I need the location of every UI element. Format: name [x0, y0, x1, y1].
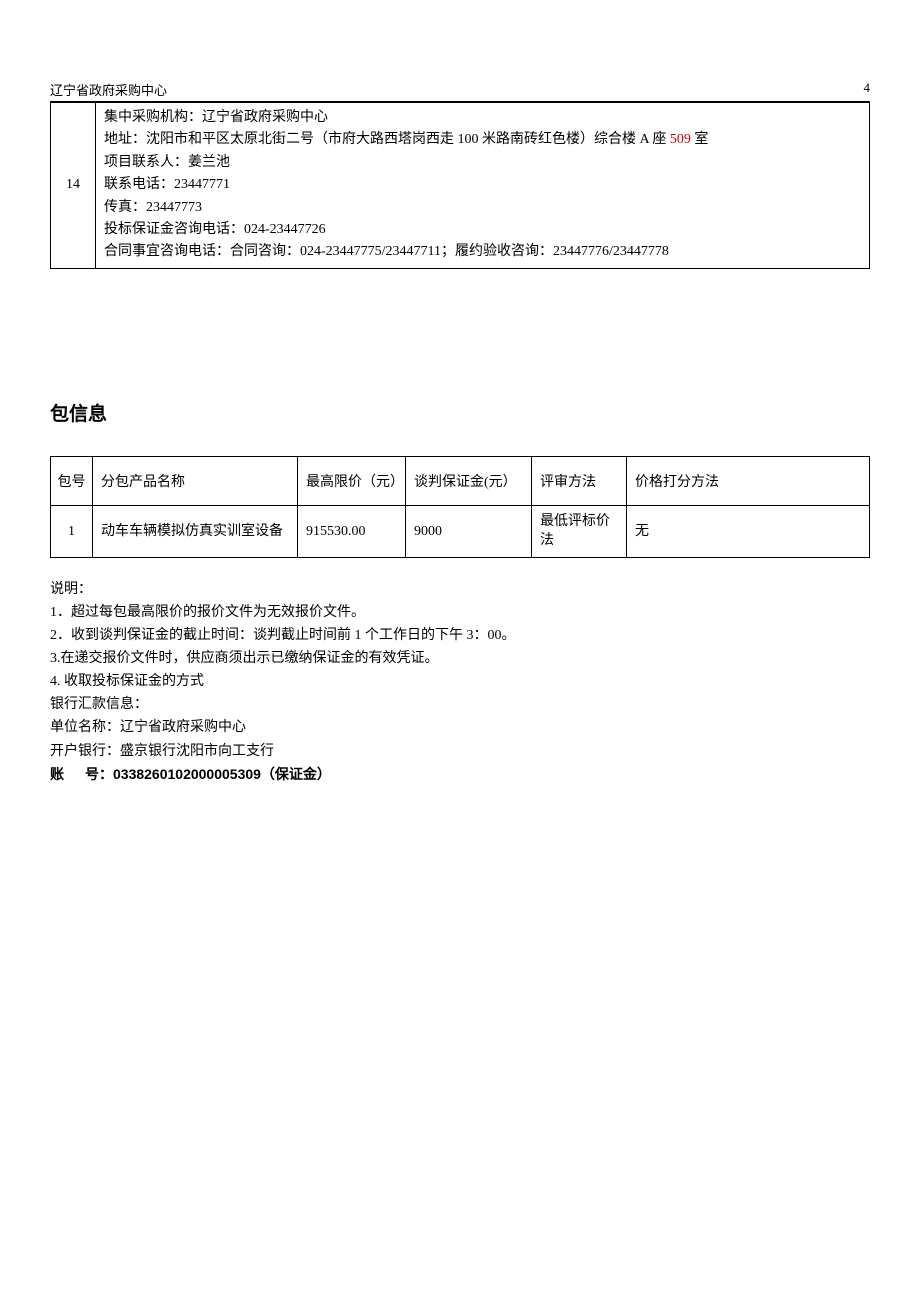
table-row: 1 动车车辆模拟仿真实训室设备 915530.00 9000 最低评标价法 无	[51, 505, 870, 557]
notes-label: 说明：	[50, 578, 870, 601]
page-header: 辽宁省政府采购中心 4	[50, 80, 870, 102]
col-package-no: 包号	[51, 456, 93, 505]
col-eval-method: 评审方法	[532, 456, 627, 505]
contract-phone-line: 合同事宜咨询电话：合同咨询：024-23447775/23447711；履约验收…	[104, 241, 861, 263]
header-page-number: 4	[864, 80, 871, 99]
note-4: 4. 收取投标保证金的方式	[50, 670, 870, 693]
unit-name-line: 单位名称：辽宁省政府采购中心	[50, 716, 870, 739]
cell-max-price: 915530.00	[298, 505, 406, 557]
bank-name-line: 开户银行：盛京银行沈阳市向工支行	[50, 740, 870, 763]
col-product-name: 分包产品名称	[93, 456, 298, 505]
document-page: 辽宁省政府采购中心 4 14 集中采购机构：辽宁省政府采购中心 地址：沈阳市和平…	[0, 0, 920, 786]
package-section-title: 包信息	[50, 399, 870, 426]
contact-person-line: 项目联系人：姜兰池	[104, 152, 861, 174]
col-max-price: 最高限价（元）	[298, 456, 406, 505]
notes-section: 说明： 1．超过每包最高限价的报价文件为无效报价文件。 2．收到谈判保证金的截止…	[50, 578, 870, 786]
account-number: 0338260102000005309（保证金）	[113, 766, 331, 782]
note-2: 2．收到谈判保证金的截止时间：谈判截止时间前 1 个工作日的下午 3：00。	[50, 624, 870, 647]
contact-info-cell: 集中采购机构：辽宁省政府采购中心 地址：沈阳市和平区太原北街二号（市府大路西塔岗…	[96, 103, 870, 269]
contact-info-table: 14 集中采购机构：辽宁省政府采购中心 地址：沈阳市和平区太原北街二号（市府大路…	[50, 102, 870, 269]
package-table: 包号 分包产品名称 最高限价（元） 谈判保证金(元） 评审方法 价格打分方法 1…	[50, 456, 870, 558]
org-line: 集中采购机构：辽宁省政府采购中心	[104, 107, 861, 129]
phone-line: 联系电话：23447771	[104, 174, 861, 196]
table-header-row: 包号 分包产品名称 最高限价（元） 谈判保证金(元） 评审方法 价格打分方法	[51, 456, 870, 505]
account-line: 账号：0338260102000005309（保证金）	[50, 763, 870, 786]
account-label-char1: 账	[50, 766, 85, 782]
col-deposit: 谈判保证金(元）	[406, 456, 532, 505]
account-label-char2: 号：	[85, 766, 113, 782]
cell-package-no: 1	[51, 505, 93, 557]
deposit-phone-line: 投标保证金咨询电话：024-23447726	[104, 219, 861, 241]
header-org: 辽宁省政府采购中心	[50, 80, 167, 99]
address-room-number: 509	[670, 132, 691, 147]
note-3: 3.在递交报价文件时，供应商须出示已缴纳保证金的有效凭证。	[50, 647, 870, 670]
address-suffix: 室	[691, 132, 709, 147]
cell-eval-method: 最低评标价法	[532, 505, 627, 557]
bank-info-label: 银行汇款信息：	[50, 693, 870, 716]
cell-product-name: 动车车辆模拟仿真实训室设备	[93, 505, 298, 557]
address-prefix: 地址：沈阳市和平区太原北街二号（市府大路西塔岗西走 100 米路南砖红色楼）综合…	[104, 132, 670, 147]
address-line: 地址：沈阳市和平区太原北街二号（市府大路西塔岗西走 100 米路南砖红色楼）综合…	[104, 129, 861, 151]
row-number: 14	[51, 103, 96, 269]
col-scoring-method: 价格打分方法	[627, 456, 870, 505]
note-1: 1．超过每包最高限价的报价文件为无效报价文件。	[50, 601, 870, 624]
cell-scoring-method: 无	[627, 505, 870, 557]
fax-line: 传真：23447773	[104, 197, 861, 219]
cell-deposit: 9000	[406, 505, 532, 557]
